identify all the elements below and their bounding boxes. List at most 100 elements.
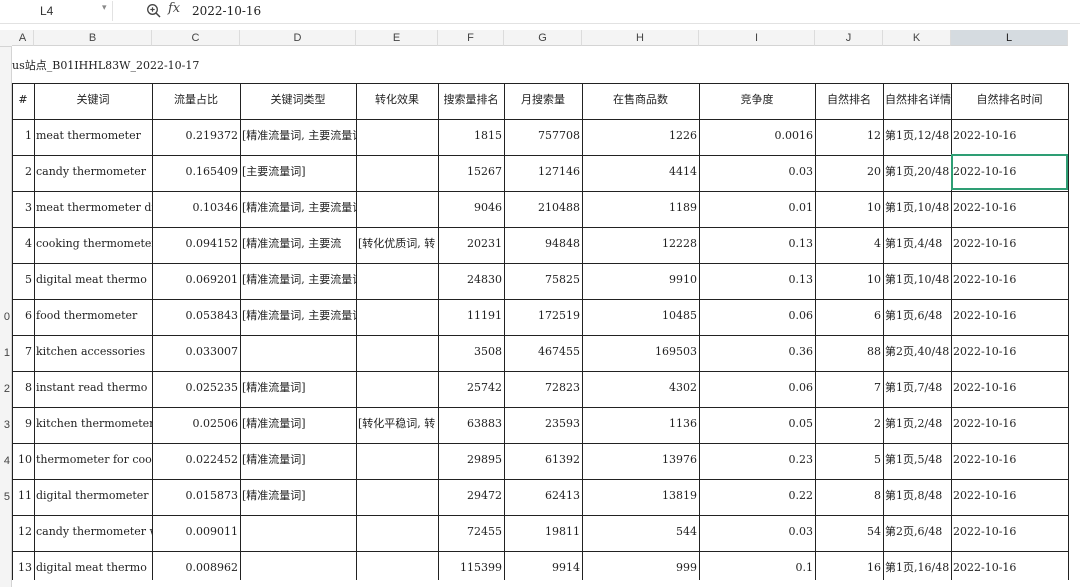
row-header[interactable]: 5 bbox=[0, 479, 12, 515]
table-cell[interactable]: 第1页,4/48 bbox=[883, 227, 951, 263]
table-cell[interactable]: 467455 bbox=[504, 335, 582, 371]
table-cell[interactable]: 第2页,40/48 bbox=[883, 335, 951, 371]
row-header[interactable] bbox=[0, 551, 12, 587]
table-cell[interactable]: 19811 bbox=[504, 515, 582, 551]
table-cell[interactable]: digital meat thermo bbox=[34, 551, 152, 587]
row-header[interactable] bbox=[0, 227, 12, 263]
table-cell[interactable]: 63883 bbox=[438, 407, 504, 443]
table-cell[interactable] bbox=[240, 515, 356, 551]
table-cell[interactable]: 0.36 bbox=[699, 335, 815, 371]
table-cell[interactable]: 0.23 bbox=[699, 443, 815, 479]
zoom-icon[interactable] bbox=[146, 3, 162, 19]
table-cell[interactable] bbox=[356, 263, 438, 299]
table-header-cell[interactable]: 关键词 bbox=[34, 83, 152, 119]
table-cell[interactable]: 0.06 bbox=[699, 371, 815, 407]
column-header-i[interactable]: I bbox=[699, 30, 815, 46]
name-box[interactable]: L4 ▾ bbox=[0, 1, 113, 21]
table-cell[interactable]: 0.1 bbox=[699, 551, 815, 587]
table-cell[interactable]: 2022-10-16 bbox=[951, 479, 1068, 515]
table-cell[interactable]: 4414 bbox=[582, 155, 699, 191]
table-cell[interactable]: 0.165409 bbox=[152, 155, 240, 191]
table-cell[interactable]: 8 bbox=[815, 479, 883, 515]
table-cell[interactable]: 72455 bbox=[438, 515, 504, 551]
sheet-title[interactable]: us站点_B01IHHL83W_2022-10-17 bbox=[12, 57, 199, 73]
table-header-cell[interactable]: 关键词类型 bbox=[240, 83, 356, 119]
table-cell[interactable]: 1815 bbox=[438, 119, 504, 155]
table-cell[interactable]: 72823 bbox=[504, 371, 582, 407]
table-cell[interactable]: 3508 bbox=[438, 335, 504, 371]
selected-cell[interactable] bbox=[951, 154, 1068, 190]
table-cell[interactable]: 11191 bbox=[438, 299, 504, 335]
table-cell[interactable] bbox=[356, 191, 438, 227]
table-cell[interactable]: 0.033007 bbox=[152, 335, 240, 371]
table-cell[interactable]: candy thermometer bbox=[34, 155, 152, 191]
table-cell[interactable]: 第1页,5/48 bbox=[883, 443, 951, 479]
table-cell[interactable]: 172519 bbox=[504, 299, 582, 335]
table-cell[interactable]: 4302 bbox=[582, 371, 699, 407]
table-cell[interactable]: 2022-10-16 bbox=[951, 191, 1068, 227]
row-header[interactable]: 2 bbox=[0, 371, 12, 407]
table-cell[interactable]: [转化优质词, 转 bbox=[356, 227, 438, 263]
table-cell[interactable]: 12 bbox=[12, 515, 34, 551]
table-cell[interactable]: 0.015873 bbox=[152, 479, 240, 515]
row-header[interactable]: 3 bbox=[0, 407, 12, 443]
table-cell[interactable]: 94848 bbox=[504, 227, 582, 263]
table-header-cell[interactable]: 转化效果 bbox=[356, 83, 438, 119]
table-cell[interactable]: 2022-10-16 bbox=[951, 263, 1068, 299]
table-cell[interactable]: [精准流量词] bbox=[240, 407, 356, 443]
table-cell[interactable]: [精准流量词, 主要流量词] bbox=[240, 191, 356, 227]
row-header[interactable] bbox=[0, 263, 12, 299]
select-all-corner[interactable] bbox=[0, 30, 12, 47]
table-cell[interactable]: 75825 bbox=[504, 263, 582, 299]
table-cell[interactable]: 3 bbox=[12, 191, 34, 227]
table-cell[interactable]: 0.06 bbox=[699, 299, 815, 335]
table-cell[interactable]: 0.069201 bbox=[152, 263, 240, 299]
column-header-l[interactable]: L bbox=[951, 30, 1068, 46]
table-cell[interactable]: [精准流量词, 主要流量词] bbox=[240, 263, 356, 299]
table-header-cell[interactable]: 自然排名 bbox=[815, 83, 883, 119]
table-cell[interactable]: 2 bbox=[12, 155, 34, 191]
column-header-a[interactable]: A bbox=[12, 30, 34, 46]
table-cell[interactable]: 0.009011 bbox=[152, 515, 240, 551]
table-cell[interactable]: 115399 bbox=[438, 551, 504, 587]
table-cell[interactable]: 999 bbox=[582, 551, 699, 587]
table-cell[interactable]: 2022-10-16 bbox=[951, 335, 1068, 371]
table-cell[interactable] bbox=[356, 515, 438, 551]
table-cell[interactable]: 10 bbox=[815, 191, 883, 227]
table-cell[interactable]: [精准流量词, 主要流量词] bbox=[240, 299, 356, 335]
table-cell[interactable]: 0.13 bbox=[699, 263, 815, 299]
table-cell[interactable]: 0.094152 bbox=[152, 227, 240, 263]
table-cell[interactable]: 第1页,8/48 bbox=[883, 479, 951, 515]
table-cell[interactable]: 6 bbox=[12, 299, 34, 335]
table-cell[interactable] bbox=[356, 155, 438, 191]
table-cell[interactable]: [精准流量词] bbox=[240, 479, 356, 515]
table-cell[interactable] bbox=[356, 299, 438, 335]
table-cell[interactable]: kitchen accessories bbox=[34, 335, 152, 371]
table-cell[interactable]: 10 bbox=[12, 443, 34, 479]
table-cell[interactable]: 23593 bbox=[504, 407, 582, 443]
table-cell[interactable]: 6 bbox=[815, 299, 883, 335]
row-header[interactable] bbox=[0, 155, 12, 191]
table-cell[interactable]: 2022-10-16 bbox=[951, 407, 1068, 443]
table-cell[interactable]: 29472 bbox=[438, 479, 504, 515]
table-cell[interactable]: food thermometer bbox=[34, 299, 152, 335]
table-cell[interactable]: digital thermometer bbox=[34, 479, 152, 515]
table-cell[interactable]: [转化平稳词, 转 bbox=[356, 407, 438, 443]
table-cell[interactable]: 5 bbox=[12, 263, 34, 299]
column-header-h[interactable]: H bbox=[582, 30, 699, 46]
table-cell[interactable]: 169503 bbox=[582, 335, 699, 371]
table-cell[interactable]: 0.03 bbox=[699, 515, 815, 551]
table-cell[interactable] bbox=[240, 335, 356, 371]
table-header-cell[interactable]: 搜索量排名 bbox=[438, 83, 504, 119]
table-cell[interactable]: 0.025235 bbox=[152, 371, 240, 407]
table-cell[interactable]: 1136 bbox=[582, 407, 699, 443]
table-cell[interactable]: 4 bbox=[12, 227, 34, 263]
table-cell[interactable]: 20 bbox=[815, 155, 883, 191]
table-header-cell[interactable]: # bbox=[12, 83, 34, 119]
row-header[interactable] bbox=[0, 191, 12, 227]
table-cell[interactable]: 16 bbox=[815, 551, 883, 587]
formula-input[interactable]: 2022-10-16 bbox=[192, 2, 1072, 20]
table-cell[interactable]: 9 bbox=[12, 407, 34, 443]
table-cell[interactable]: 9914 bbox=[504, 551, 582, 587]
table-cell[interactable]: 第1页,16/48 bbox=[883, 551, 951, 587]
